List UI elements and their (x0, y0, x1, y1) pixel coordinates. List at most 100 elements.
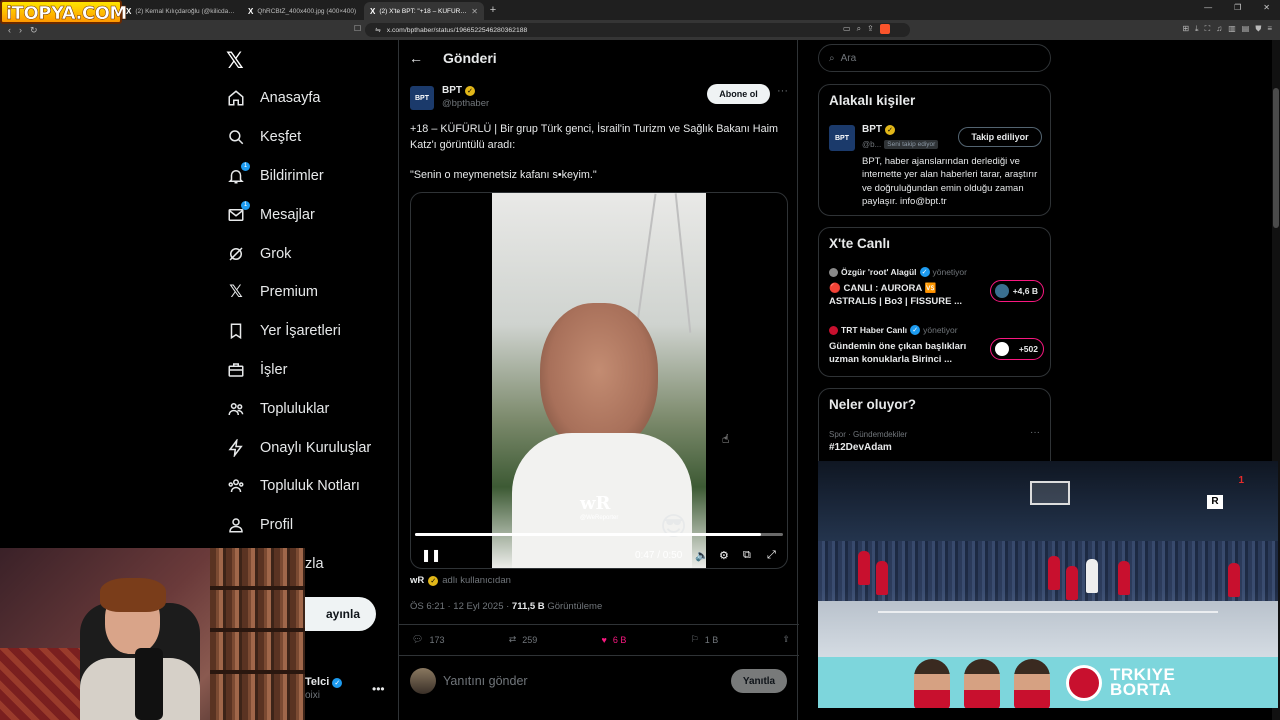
like-count: 6 B (612, 634, 627, 645)
bookmark-page-icon[interactable]: ☐ (354, 24, 361, 33)
sidebar-item-bookmarks[interactable]: Yer İşaretleri (226, 312, 371, 351)
browser-tab[interactable]: X (2) Kemal Kılıçdaroğlu (@kilicdarogluk… (120, 2, 242, 20)
extension-icon[interactable]: ⊞ (1182, 24, 1189, 34)
bookmark-button[interactable]: ⚐ 1 B (691, 634, 719, 645)
reply-input[interactable]: Yanıtını gönder (443, 674, 528, 688)
avatar[interactable]: BPT (410, 86, 434, 110)
reply-submit-button[interactable]: Yanıtla (731, 669, 787, 693)
streamer-hair (100, 578, 166, 612)
media-icon[interactable]: ♫ (1216, 24, 1222, 34)
community-notes-icon (226, 476, 246, 496)
live-host: Özgür 'root' Alagül ✓ yönetiyor (829, 267, 1044, 277)
browser-tab[interactable]: X QhRCBtZ_400x400.jpg (400×400) (242, 2, 364, 20)
tab-title: (2) X'te BPT: "+18 – KÜFÜRLÜ | ... (379, 7, 468, 15)
sidebar-item-explore[interactable]: Keşfet (226, 118, 371, 157)
video-source[interactable]: wR ✓ adlı kullanıcıdan (410, 575, 511, 586)
page-title: Gönderi (443, 50, 497, 66)
brave-shield-icon[interactable] (879, 24, 890, 34)
fullscreen-icon[interactable]: ⤢ (767, 549, 776, 562)
close-window-icon[interactable]: ✕ (1263, 3, 1270, 12)
more-options-icon[interactable]: ··· (777, 85, 788, 97)
live-listener-count: +502 (990, 338, 1044, 360)
sidebar-item-jobs[interactable]: İşler (226, 351, 371, 390)
pip-icon[interactable]: ⧉ (743, 549, 751, 562)
related-handle-text: @b... (862, 140, 882, 149)
maximize-icon[interactable]: ❐ (1234, 3, 1241, 12)
source-name: wR (410, 575, 425, 586)
avatar (995, 284, 1009, 298)
reload-icon[interactable]: ↻ (30, 25, 38, 36)
author-name-text: BPT (442, 85, 462, 96)
sidebar-item-profile[interactable]: Profil (226, 506, 371, 545)
zoom-icon[interactable]: ⌕ (857, 24, 861, 34)
sidebar-icon[interactable]: ▥ (1228, 24, 1236, 34)
player (1066, 566, 1078, 600)
screenshot-icon[interactable]: ⛶ (1205, 24, 1211, 34)
verified-badge-icon: ✓ (428, 575, 439, 586)
channel-number: 1 (1238, 475, 1244, 486)
pause-icon[interactable]: ❚❚ (421, 548, 441, 562)
post-actions: 💬︎ 173 ⇄ 259 ♥ 6 B ⚐ 1 B ⇪ (412, 634, 790, 645)
close-icon[interactable]: ✕ (471, 7, 478, 16)
sidebar-item-communities[interactable]: Topluluklar (226, 389, 371, 428)
sidebar-item-verified-orgs[interactable]: Onaylı Kuruluşlar (226, 428, 371, 467)
sidebar-item-label: Yer İşaretleri (260, 323, 341, 340)
like-button[interactable]: ♥ 6 B (602, 634, 627, 645)
wallet-icon[interactable]: ▤ (1242, 24, 1250, 34)
menu-icon[interactable]: ≡ (1267, 24, 1272, 34)
related-user-bio: BPT, haber ajanslarından derlediği ve in… (862, 156, 1038, 207)
volume-icon[interactable]: 🔈 (695, 549, 709, 562)
more-options-icon[interactable]: ··· (1030, 427, 1040, 438)
account-name[interactable]: Telci ✓ (305, 676, 343, 688)
account-menu-icon[interactable]: ••• (372, 682, 385, 696)
following-button[interactable]: Takip ediliyor (958, 127, 1042, 147)
download-icon[interactable]: ⤓ (1195, 24, 1199, 34)
repost-button[interactable]: ⇄ 259 (509, 634, 538, 645)
screen-icon[interactable]: ▭ (843, 24, 851, 34)
share-button[interactable]: ⇪ (782, 634, 790, 645)
watermark-logo: iTOPYA.COM (0, 0, 128, 24)
search-input[interactable]: ⌕ Ara (818, 44, 1051, 72)
panel-title: Neler oluyor? (829, 397, 917, 412)
video-progress-bar[interactable] (415, 533, 783, 536)
sidebar-item-grok[interactable]: Grok (226, 234, 371, 273)
subscribe-button[interactable]: Abone ol (707, 84, 770, 104)
back-arrow-icon[interactable]: ← (409, 50, 423, 66)
url-field[interactable]: ⇋ x.com/bpthaber/status/1966522546280362… (365, 23, 910, 37)
settings-icon[interactable]: ⚙ (719, 549, 729, 562)
sidebar-item-messages[interactable]: 1 Mesajlar (226, 195, 371, 234)
live-host: TRT Haber Canlı ✓ yönetiyor (829, 325, 1044, 335)
live-item[interactable]: TRT Haber Canlı ✓ yönetiyor Gündemin öne… (829, 325, 1044, 366)
sidebar-item-community-notes[interactable]: Topluluk Notları (226, 467, 371, 506)
browser-tab-active[interactable]: X (2) X'te BPT: "+18 – KÜFÜRLÜ | ... ✕ (364, 2, 484, 20)
sidebar-item-notifications[interactable]: 1 Bildirimler (226, 157, 371, 196)
sidebar-item-more[interactable]: zla (305, 556, 324, 572)
x-logo-icon[interactable]: 𝕏 (226, 48, 244, 74)
verified-badge-icon: ✓ (885, 124, 895, 135)
avatar[interactable]: BPT (829, 125, 855, 151)
author-handle[interactable]: @bpthaber (442, 98, 489, 109)
reply-button[interactable]: 💬︎ 173 (412, 634, 444, 645)
author-name[interactable]: BPT ✓ (442, 85, 475, 96)
trend-name[interactable]: #12DevAdam (829, 442, 892, 453)
share-icon[interactable]: ⇪ (867, 24, 874, 34)
vpn-icon[interactable]: ⛊ (1255, 24, 1261, 34)
forward-icon[interactable]: › (19, 25, 22, 36)
back-icon[interactable]: ‹ (8, 25, 11, 36)
live-item[interactable]: Özgür 'root' Alagül ✓ yönetiyor 🔴 CANLI … (829, 267, 1044, 308)
video-player[interactable]: wR @WeReporter 😎 ❚❚ 0:47 / 0:50 🔈 ⚙ ⧉ ⤢ (410, 192, 788, 569)
site-info-icon[interactable]: ⇋ (375, 26, 381, 34)
scrollbar-thumb[interactable] (1273, 88, 1279, 228)
sunglasses-emoji-icon: 😎 (660, 511, 688, 541)
minimize-icon[interactable]: — (1204, 3, 1212, 12)
sidebar-item-premium[interactable]: 𝕏 Premium (226, 273, 371, 312)
player (1228, 563, 1240, 597)
sidebar-item-home[interactable]: Anasayfa (226, 79, 371, 118)
verified-badge-icon: ✓ (465, 85, 475, 96)
verified-badge-icon: ✓ (910, 325, 921, 335)
video-frame: wR @WeReporter 😎 (492, 193, 706, 568)
related-user-name[interactable]: BPT ✓ (862, 124, 895, 135)
sidebar-item-label: İşler (260, 361, 288, 378)
new-tab-button[interactable]: + (484, 4, 502, 16)
post-timestamp[interactable]: ÖS 6:21 · 12 Eyl 2025 · (410, 601, 509, 612)
